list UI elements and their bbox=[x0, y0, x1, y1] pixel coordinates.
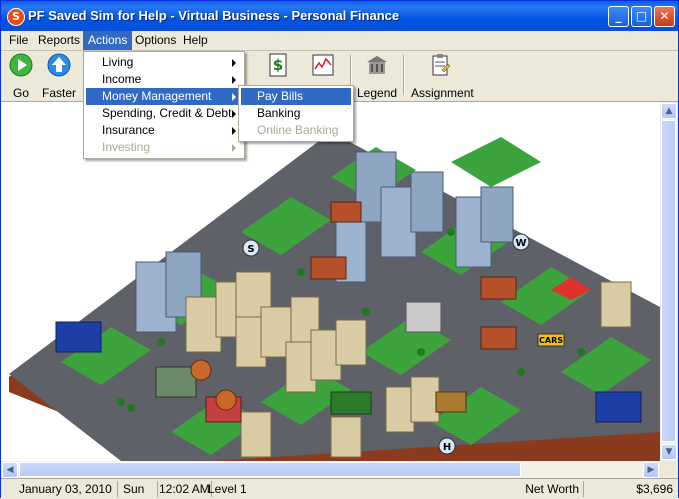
menu-reports[interactable]: Reports bbox=[33, 31, 85, 50]
window-title: PF Saved Sim for Help - Virtual Business… bbox=[28, 8, 400, 23]
svg-text:$: $ bbox=[273, 56, 283, 74]
app-window: S PF Saved Sim for Help - Virtual Busine… bbox=[0, 0, 679, 499]
actions-menu-money-management-label: Money Management bbox=[102, 89, 212, 103]
submenu-arrow-icon bbox=[232, 127, 236, 135]
cars-sign[interactable]: CARS bbox=[537, 333, 565, 347]
status-date: January 03, 2010 bbox=[5, 481, 118, 497]
submenu-arrow-icon bbox=[232, 110, 236, 118]
vertical-scrollbar[interactable]: ▲ ▼ bbox=[660, 102, 677, 461]
line-chart-icon bbox=[312, 54, 334, 76]
app-icon[interactable]: S bbox=[7, 8, 25, 26]
submenu-banking[interactable]: Banking bbox=[241, 105, 351, 122]
go-button[interactable]: Go bbox=[7, 53, 35, 100]
cars-sign-label: CARS bbox=[539, 336, 563, 345]
submenu-arrow-icon bbox=[232, 76, 236, 84]
play-icon bbox=[9, 53, 33, 77]
menu-help[interactable]: Help bbox=[178, 31, 213, 50]
actions-menu: Living Income Money Management Spending,… bbox=[83, 51, 245, 159]
faster-label: Faster bbox=[41, 86, 76, 100]
status-bar: January 03, 2010 Sun 12:02 AM Level 1 Ne… bbox=[1, 478, 678, 499]
scroll-right-button[interactable]: ▶ bbox=[643, 462, 659, 478]
actions-menu-investing-label: Investing bbox=[102, 140, 151, 154]
title-bar[interactable]: S PF Saved Sim for Help - Virtual Busine… bbox=[1, 1, 678, 31]
toolbar-separator bbox=[403, 55, 405, 95]
assignment-clipboard-icon bbox=[432, 54, 451, 76]
submenu-online-banking: Online Banking bbox=[257, 123, 339, 137]
menu-file[interactable]: File bbox=[4, 31, 33, 50]
minimize-button[interactable]: _ bbox=[608, 6, 629, 27]
marker-w-label: W bbox=[515, 238, 526, 249]
actions-menu-spending-label: Spending, Credit & Debt bbox=[102, 106, 232, 120]
status-networth-value: $3,696 bbox=[636, 482, 673, 496]
actions-menu-living[interactable]: Living bbox=[86, 54, 242, 71]
marker-w[interactable]: W bbox=[512, 233, 530, 251]
chart-report-button[interactable] bbox=[309, 53, 337, 80]
menu-bar: File Reports Actions Options Help bbox=[1, 31, 678, 51]
submenu-arrow-icon bbox=[232, 59, 236, 67]
marker-s-label: S bbox=[247, 244, 254, 255]
assignment-button[interactable]: Assignment bbox=[411, 53, 474, 100]
legend-label: Legend bbox=[357, 86, 398, 100]
menu-actions[interactable]: Actions bbox=[83, 31, 133, 50]
actions-menu-income[interactable]: Income bbox=[86, 71, 242, 88]
horizontal-scrollbar[interactable]: ◀ ▶ bbox=[1, 461, 660, 478]
vertical-scroll-thumb[interactable] bbox=[661, 120, 676, 442]
submenu-pay-bills[interactable]: Pay Bills bbox=[241, 88, 351, 105]
submenu-arrow-icon bbox=[232, 144, 236, 152]
assignment-label: Assignment bbox=[411, 86, 474, 100]
status-networth-label: Net Worth bbox=[481, 481, 584, 497]
actions-menu-insurance-label: Insurance bbox=[102, 123, 155, 137]
legend-button[interactable]: Legend bbox=[357, 53, 397, 100]
money-report-button[interactable]: $ bbox=[265, 53, 291, 80]
status-time: 12:02 AM bbox=[159, 481, 212, 497]
close-button[interactable]: ✕ bbox=[654, 6, 675, 27]
menu-options[interactable]: Options bbox=[130, 31, 181, 50]
actions-menu-money-management[interactable]: Money Management bbox=[86, 88, 242, 105]
actions-menu-living-label: Living bbox=[102, 55, 134, 69]
building-legend-icon bbox=[367, 56, 387, 74]
actions-menu-investing: Investing bbox=[86, 139, 242, 156]
scroll-down-button[interactable]: ▼ bbox=[661, 444, 677, 460]
status-level: Level 1 bbox=[208, 482, 247, 496]
scroll-up-button[interactable]: ▲ bbox=[661, 103, 677, 119]
actions-menu-income-label: Income bbox=[102, 72, 142, 86]
faster-arrow-icon bbox=[47, 53, 71, 77]
marker-s[interactable]: S bbox=[242, 239, 260, 257]
faster-button[interactable]: Faster bbox=[41, 53, 77, 100]
marker-h-label: H bbox=[443, 442, 451, 453]
submenu-arrow-icon bbox=[232, 93, 236, 101]
go-label: Go bbox=[12, 86, 29, 100]
status-day: Sun bbox=[119, 481, 158, 497]
actions-menu-insurance[interactable]: Insurance bbox=[86, 122, 242, 139]
horizontal-scroll-thumb[interactable] bbox=[19, 462, 521, 477]
marker-h[interactable]: H bbox=[438, 437, 456, 455]
money-management-submenu: Pay Bills Banking Online Banking bbox=[238, 85, 354, 142]
dollar-document-icon: $ bbox=[269, 53, 287, 77]
maximize-button[interactable]: □ bbox=[631, 6, 652, 27]
scroll-left-button[interactable]: ◀ bbox=[2, 462, 18, 478]
actions-menu-spending-credit-debt[interactable]: Spending, Credit & Debt bbox=[86, 105, 242, 122]
